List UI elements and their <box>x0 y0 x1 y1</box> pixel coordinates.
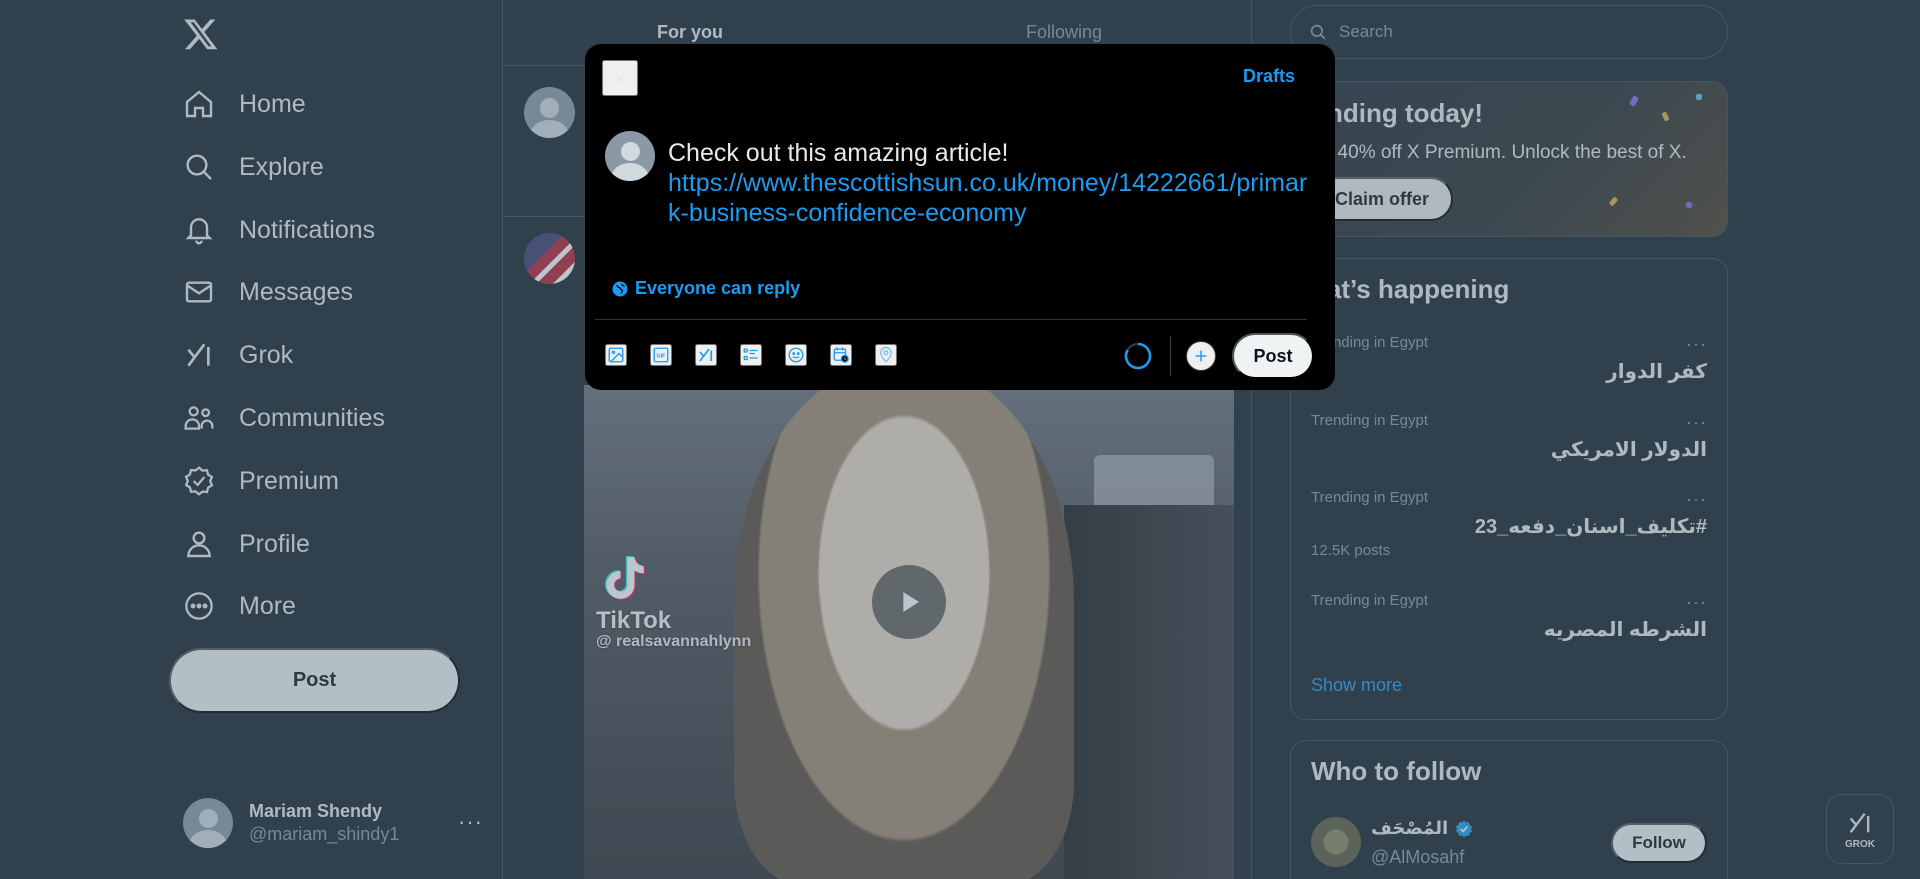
compose-textarea[interactable]: Check out this amazing article! https://… <box>668 138 1308 228</box>
close-icon <box>613 71 627 85</box>
plus-icon <box>1195 350 1207 362</box>
reply-setting-label: Everyone can reply <box>635 278 801 298</box>
grok-compose-button[interactable] <box>695 344 717 366</box>
compose-toolbar: GIF <box>605 344 897 366</box>
character-count-ring-icon <box>1124 342 1152 370</box>
add-post-button[interactable] <box>1186 341 1216 371</box>
compose-dialog: Drafts Check out this amazing article! h… <box>585 44 1335 390</box>
avatar[interactable] <box>605 131 655 181</box>
reply-setting-button[interactable]: Everyone can reply <box>611 278 800 299</box>
close-button[interactable] <box>602 60 638 96</box>
compose-text-body: Check out this amazing article! <box>668 139 1009 167</box>
globe-icon <box>612 281 628 296</box>
emoji-button[interactable] <box>785 344 807 366</box>
post-button[interactable]: Post <box>1232 333 1314 379</box>
location-pin-icon <box>880 346 892 363</box>
divider <box>595 319 1307 320</box>
image-icon <box>608 347 624 363</box>
compose-link: https://www.thescottishsun.co.uk/money/1… <box>668 169 1308 227</box>
drafts-link[interactable]: Drafts <box>1243 66 1295 87</box>
svg-text:GIF: GIF <box>657 354 667 360</box>
poll-list-icon <box>743 348 758 361</box>
media-button[interactable] <box>605 344 627 366</box>
gif-button[interactable]: GIF <box>650 344 672 366</box>
divider <box>1170 336 1171 376</box>
calendar-clock-icon <box>833 347 849 363</box>
emoji-icon <box>788 347 804 363</box>
gif-icon: GIF <box>653 347 669 363</box>
poll-button[interactable] <box>740 344 762 366</box>
grok-icon <box>699 348 713 362</box>
schedule-button[interactable] <box>830 344 852 366</box>
location-button[interactable] <box>875 344 897 366</box>
